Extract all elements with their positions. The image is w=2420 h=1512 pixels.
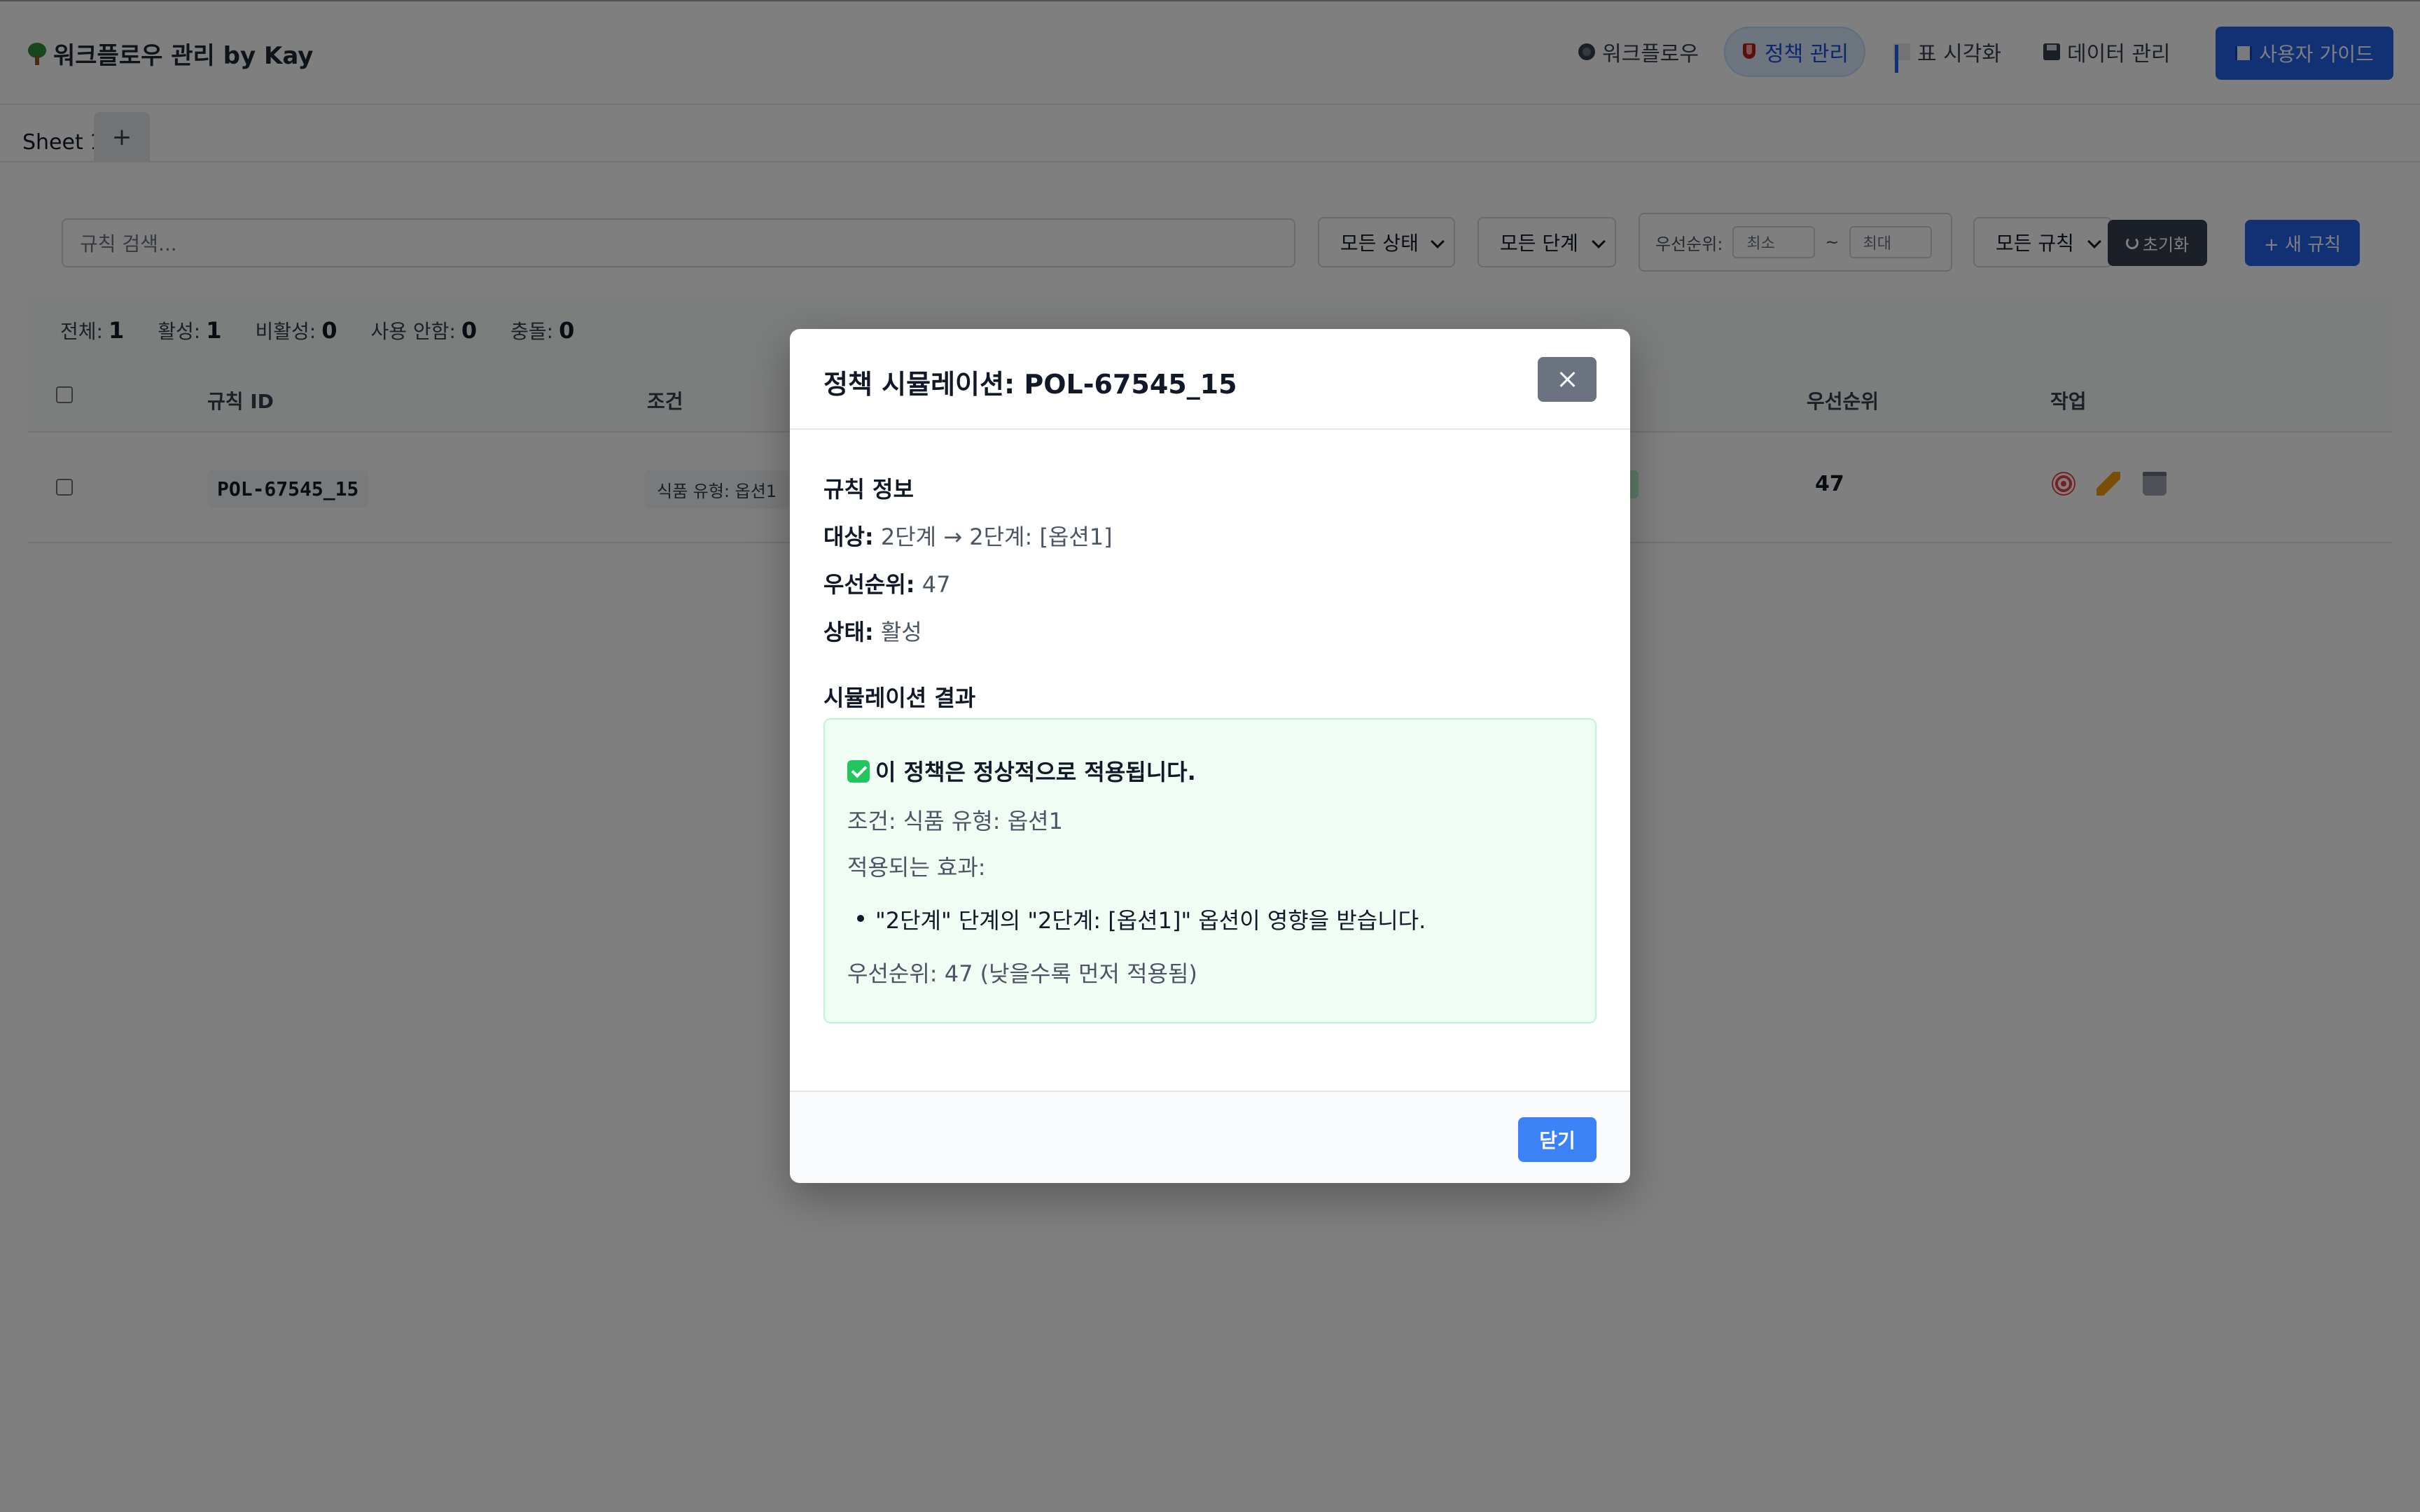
result-effects-label: 적용되는 효과: (847, 854, 986, 881)
result-headline: 이 정책은 정상적으로 적용됩니다. (847, 755, 1196, 787)
priority-label: 우선순위: (823, 571, 915, 598)
result-priority-note: 우선순위: 47 (낮을수록 먼저 적용됨) (847, 960, 1197, 987)
modal-title: 정책 시뮬레이션: POL-67545_15 (823, 369, 1237, 400)
close-icon (1559, 371, 1576, 388)
target-label: 대상: (823, 524, 874, 550)
result-headline-text: 이 정책은 정상적으로 적용됩니다. (875, 759, 1196, 785)
result-condition: 조건: 식품 유형: 옵션1 (847, 808, 1063, 834)
result-effect-item: "2단계" 단계의 "2단계: [옵션1]" 옵션이 영향을 받습니다. (856, 903, 1426, 935)
check-icon (847, 760, 870, 783)
status-label: 상태: (823, 619, 874, 645)
status-value: 활성 (880, 619, 922, 645)
simulation-modal: 정책 시뮬레이션: POL-67545_15 규칙 정보 대상: 2단계 → 2… (790, 329, 1630, 1183)
rule-status: 상태: 활성 (823, 615, 922, 647)
modal-close-button[interactable] (1538, 357, 1597, 402)
close-button[interactable]: 닫기 (1518, 1117, 1597, 1162)
rule-priority: 우선순위: 47 (823, 567, 950, 599)
rule-info-heading: 규칙 정보 (823, 476, 914, 503)
target-value: 2단계 → 2단계: [옵션1] (880, 524, 1113, 550)
result-heading: 시뮬레이션 결과 (823, 685, 976, 711)
rule-target: 대상: 2단계 → 2단계: [옵션1] (823, 519, 1113, 552)
modal-footer: 닫기 (790, 1091, 1630, 1183)
modal-header: 정책 시뮬레이션: POL-67545_15 (790, 329, 1630, 430)
priority-value: 47 (922, 571, 951, 598)
simulation-result-box: 이 정책은 정상적으로 적용됩니다. 조건: 식품 유형: 옵션1 적용되는 효… (823, 718, 1597, 1023)
